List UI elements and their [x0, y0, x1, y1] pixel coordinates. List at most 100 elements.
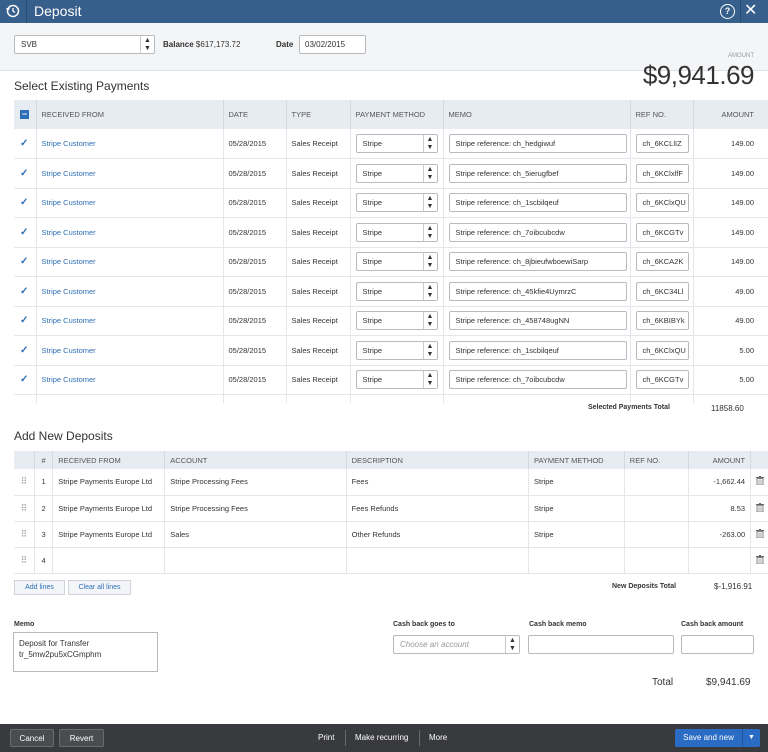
- memo-input[interactable]: Stripe reference: ch_hedgiwuf: [448, 134, 627, 153]
- select-all-checkbox[interactable]: −: [14, 100, 37, 129]
- table-row[interactable]: ✓ Stripe Customer 05/28/2015 Sales Receipt S…: [14, 247, 768, 277]
- ref-no-input[interactable]: ch_6KCGTv: [635, 370, 689, 390]
- payment-method-select[interactable]: Stripe ▲ ▼: [355, 370, 438, 390]
- make-recurring-link[interactable]: Make recurring: [355, 729, 408, 747]
- payment-method-select[interactable]: Stripe ▲ ▼: [355, 252, 438, 272]
- revert-button[interactable]: Revert: [59, 729, 104, 747]
- row-checkbox[interactable]: ✓: [14, 276, 37, 307]
- account-cell[interactable]: Stripe Processing Fees: [164, 495, 347, 522]
- received-from-link[interactable]: Stripe Customer: [36, 335, 224, 366]
- trash-icon[interactable]: [750, 521, 768, 548]
- drag-handle-icon[interactable]: ⠿: [14, 495, 35, 522]
- table-row[interactable]: ⠿ 2 Stripe Payments Europe Ltd Stripe Proce…: [14, 495, 768, 522]
- ref-no-input[interactable]: ch_6KCGTv: [635, 222, 689, 242]
- memo-textarea[interactable]: Deposit for Transfer tr_5mw2pu5xCGmphm: [13, 632, 158, 672]
- row-checkbox[interactable]: ✓: [14, 188, 37, 218]
- ref-no-cell[interactable]: [624, 469, 689, 496]
- memo-input[interactable]: Stripe reference: ch_5ierugfbef: [448, 163, 627, 183]
- description-cell[interactable]: Other Refunds: [346, 521, 530, 548]
- table-row[interactable]: ⠿ 1 Stripe Payments Europe Ltd Stripe Proce…: [14, 469, 768, 496]
- cash-back-amount-input[interactable]: [681, 635, 754, 654]
- trash-icon[interactable]: [750, 469, 768, 496]
- payment-method-cell[interactable]: Stripe: [528, 521, 625, 548]
- received-from-cell[interactable]: Stripe Payments Europe Ltd: [52, 495, 166, 522]
- payment-method-select[interactable]: Stripe ▲ ▼: [355, 134, 438, 153]
- table-row[interactable]: ✓ Stripe Customer 05/28/2015 Sales Receipt S…: [14, 217, 768, 248]
- cancel-button[interactable]: Cancel: [10, 729, 54, 747]
- received-from-link[interactable]: Stripe Customer: [36, 158, 224, 189]
- amount-cell[interactable]: -263.00: [688, 521, 752, 548]
- payment-method-cell[interactable]: Stripe: [528, 495, 625, 522]
- memo-input[interactable]: Stripe reference: ch_1scbilqeuf: [448, 340, 627, 360]
- history-icon[interactable]: [5, 3, 21, 19]
- print-link[interactable]: Print: [318, 729, 334, 747]
- ref-no-input[interactable]: ch_6KC34Ll: [635, 281, 689, 301]
- add-lines-button[interactable]: Add lines: [14, 580, 65, 595]
- date-input[interactable]: 03/02/2015: [299, 35, 366, 54]
- received-from-cell[interactable]: Stripe Payments Europe Ltd: [52, 521, 166, 548]
- ref-no-input[interactable]: ch_6KClxQU: [635, 193, 689, 213]
- memo-input[interactable]: Stripe reference: ch_8jbieufwboewiSarp: [448, 252, 627, 272]
- memo-input[interactable]: Stripe reference: ch_45kfie4UymrzC: [448, 281, 627, 301]
- trash-icon[interactable]: [750, 495, 768, 522]
- description-cell[interactable]: Fees Refunds: [346, 495, 530, 522]
- row-checkbox[interactable]: ✓: [14, 158, 37, 189]
- received-from-link[interactable]: Stripe Customer: [36, 217, 224, 248]
- account-cell[interactable]: Stripe Processing Fees: [164, 469, 347, 496]
- payment-method-select[interactable]: Stripe ▲ ▼: [355, 281, 438, 301]
- save-options-chevron-down-icon[interactable]: ▼: [742, 729, 760, 747]
- ref-no-input[interactable]: ch_6KClxlfF: [635, 163, 689, 183]
- clear-all-lines-button[interactable]: Clear all lines: [68, 580, 131, 595]
- ref-no-cell[interactable]: [624, 547, 689, 574]
- row-checkbox[interactable]: ✓: [14, 365, 37, 395]
- received-from-link[interactable]: Stripe Customer: [36, 129, 224, 159]
- memo-input[interactable]: Stripe reference: ch_7oibcubcdw: [448, 370, 627, 390]
- amount-cell[interactable]: 8.53: [688, 495, 752, 522]
- description-cell[interactable]: Fees: [346, 469, 530, 496]
- ref-no-cell[interactable]: [624, 495, 689, 522]
- memo-input[interactable]: Stripe reference: ch_1scbilqeuf: [448, 193, 627, 213]
- more-link[interactable]: More: [429, 729, 447, 747]
- table-row[interactable]: ✓ Stripe Customer 05/28/2015 Sales Receipt S…: [14, 306, 768, 336]
- help-icon[interactable]: ?: [720, 4, 735, 19]
- account-select[interactable]: SVB ▲ ▼: [14, 35, 155, 54]
- received-from-cell[interactable]: [52, 547, 166, 574]
- cash-back-memo-input[interactable]: [528, 635, 674, 654]
- table-row[interactable]: ⠿ 3 Stripe Payments Europe Ltd Sales Other R…: [14, 521, 768, 548]
- memo-input[interactable]: Stripe reference: ch_7oibcubcdw: [448, 222, 627, 242]
- amount-cell[interactable]: [688, 547, 752, 574]
- payment-method-select[interactable]: Stripe ▲ ▼: [355, 222, 438, 242]
- ref-no-input[interactable]: ch_6KBIBYk: [635, 311, 689, 331]
- table-row[interactable]: ✓ Stripe Customer 05/28/2015 Sales Receipt S…: [14, 188, 768, 218]
- description-cell[interactable]: [346, 547, 530, 574]
- amount-cell[interactable]: -1,662.44: [688, 469, 752, 496]
- ref-no-input[interactable]: ch_6KCA2K: [635, 252, 689, 272]
- save-and-new-button[interactable]: Save and new: [675, 729, 742, 747]
- drag-handle-icon[interactable]: ⠿: [14, 547, 35, 574]
- trash-icon[interactable]: [750, 547, 768, 574]
- drag-handle-icon[interactable]: ⠿: [14, 469, 35, 496]
- table-row[interactable]: ⠿ 4: [14, 547, 768, 574]
- payment-method-cell[interactable]: [528, 547, 625, 574]
- account-cell[interactable]: [164, 547, 347, 574]
- row-checkbox[interactable]: ✓: [14, 306, 37, 336]
- row-checkbox[interactable]: ✓: [14, 335, 37, 366]
- table-row[interactable]: ✓ Stripe Customer 05/28/2015 Sales Receipt S…: [14, 158, 768, 189]
- table-row[interactable]: ✓ Stripe Customer 05/28/2015 Sales Receipt S…: [14, 129, 768, 159]
- payment-method-select[interactable]: Stripe ▲ ▼: [355, 311, 438, 331]
- row-checkbox[interactable]: ✓: [14, 247, 37, 277]
- payment-method-select[interactable]: Stripe ▲ ▼: [355, 340, 438, 360]
- ref-no-cell[interactable]: [624, 521, 689, 548]
- received-from-link[interactable]: Stripe Customer: [36, 365, 224, 395]
- payment-method-select[interactable]: Stripe ▲ ▼: [355, 163, 438, 183]
- ref-no-input[interactable]: ch_6KClxQU: [635, 340, 689, 360]
- table-row[interactable]: ✓ Stripe Customer 05/28/2015 Sales Receipt S…: [14, 335, 768, 366]
- received-from-link[interactable]: Stripe Customer: [36, 188, 224, 218]
- payment-method-select[interactable]: Stripe ▲ ▼: [355, 193, 438, 213]
- row-checkbox[interactable]: ✓: [14, 129, 37, 159]
- drag-handle-icon[interactable]: ⠿: [14, 521, 35, 548]
- table-row[interactable]: ✓ Stripe Customer 05/28/2015 Sales Receipt S…: [14, 276, 768, 307]
- ref-no-input[interactable]: ch_6KCLlIZ: [635, 134, 689, 153]
- table-row[interactable]: ✓ Stripe Customer 05/28/2015 Sales Receipt S…: [14, 365, 768, 395]
- memo-input[interactable]: Stripe reference: ch_458748ugNN: [448, 311, 627, 331]
